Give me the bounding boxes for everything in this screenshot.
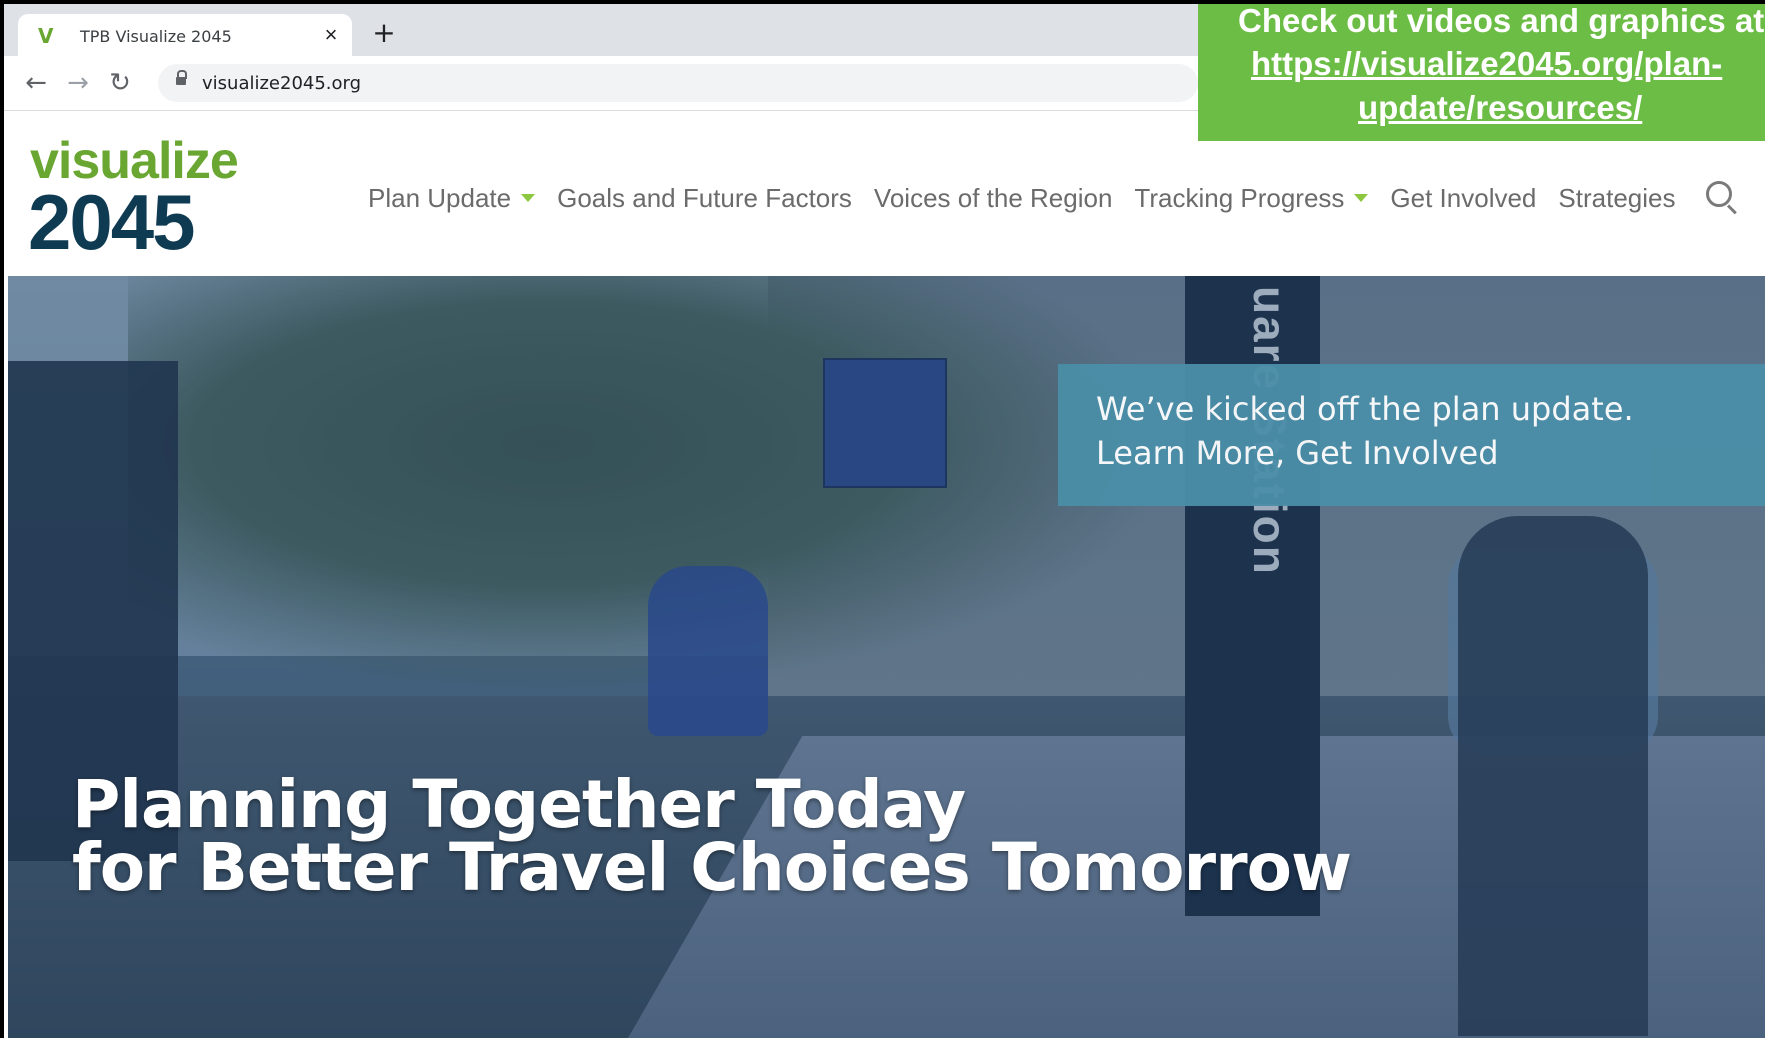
caret-down-icon — [1354, 194, 1369, 202]
close-tab-icon[interactable]: × — [318, 22, 344, 48]
forward-icon[interactable]: → — [62, 67, 94, 99]
nav-goals-future-factors[interactable]: Goals and Future Factors — [557, 183, 852, 214]
url-text[interactable]: visualize2045.org — [202, 73, 361, 94]
plan-update-notice[interactable]: We’ve kicked off the plan update. Learn … — [1058, 364, 1765, 506]
tab-title: TPB Visualize 2045 — [80, 27, 232, 46]
notice-link[interactable]: Learn More, Get Involved — [1096, 434, 1499, 472]
nav-label: Tracking Progress — [1134, 182, 1345, 213]
banner-link-continued[interactable]: update/resources/ — [1358, 89, 1642, 127]
caret-down-icon — [521, 194, 536, 202]
address-bar[interactable]: visualize2045.org — [158, 64, 1198, 102]
resources-banner: Check out videos and graphics at https:/… — [1198, 0, 1765, 141]
hero-headline-line2: for Better Travel Choices Tomorrow — [72, 829, 1352, 906]
nav-label: Get Involved — [1390, 182, 1537, 213]
banner-link[interactable]: https://visualize2045.org/plan- — [1251, 45, 1722, 83]
nav-get-involved[interactable]: Get Involved — [1390, 183, 1536, 214]
nav-strategies[interactable]: Strategies — [1558, 183, 1675, 214]
banner-text: Check out videos and graphics at — [1238, 2, 1765, 39]
favicon-icon: V — [38, 24, 54, 48]
lock-icon — [176, 70, 187, 85]
new-tab-button[interactable]: + — [369, 18, 399, 48]
hero-section: uare Station We’ve kicked off the plan u… — [8, 276, 1765, 1038]
nav-plan-update[interactable]: Plan Update — [368, 182, 536, 214]
browser-tab[interactable]: V TPB Visualize 2045 × — [18, 14, 352, 58]
search-icon[interactable] — [1706, 181, 1732, 207]
nav-label: Voices of the Region — [873, 182, 1113, 213]
notice-text: We’ve kicked off the plan update. — [1096, 390, 1634, 428]
nav-label: Strategies — [1558, 182, 1676, 213]
nav-voices-of-region[interactable]: Voices of the Region — [874, 183, 1113, 214]
nav-label: Goals and Future Factors — [557, 182, 852, 213]
logo-year: 2045 — [28, 178, 196, 266]
nav-label: Plan Update — [368, 182, 512, 213]
back-icon[interactable]: ← — [20, 67, 52, 99]
main-nav: Plan Update Goals and Future Factors Voi… — [368, 178, 1697, 218]
nav-tracking-progress[interactable]: Tracking Progress — [1134, 182, 1369, 214]
reload-icon[interactable]: ↻ — [104, 67, 136, 99]
